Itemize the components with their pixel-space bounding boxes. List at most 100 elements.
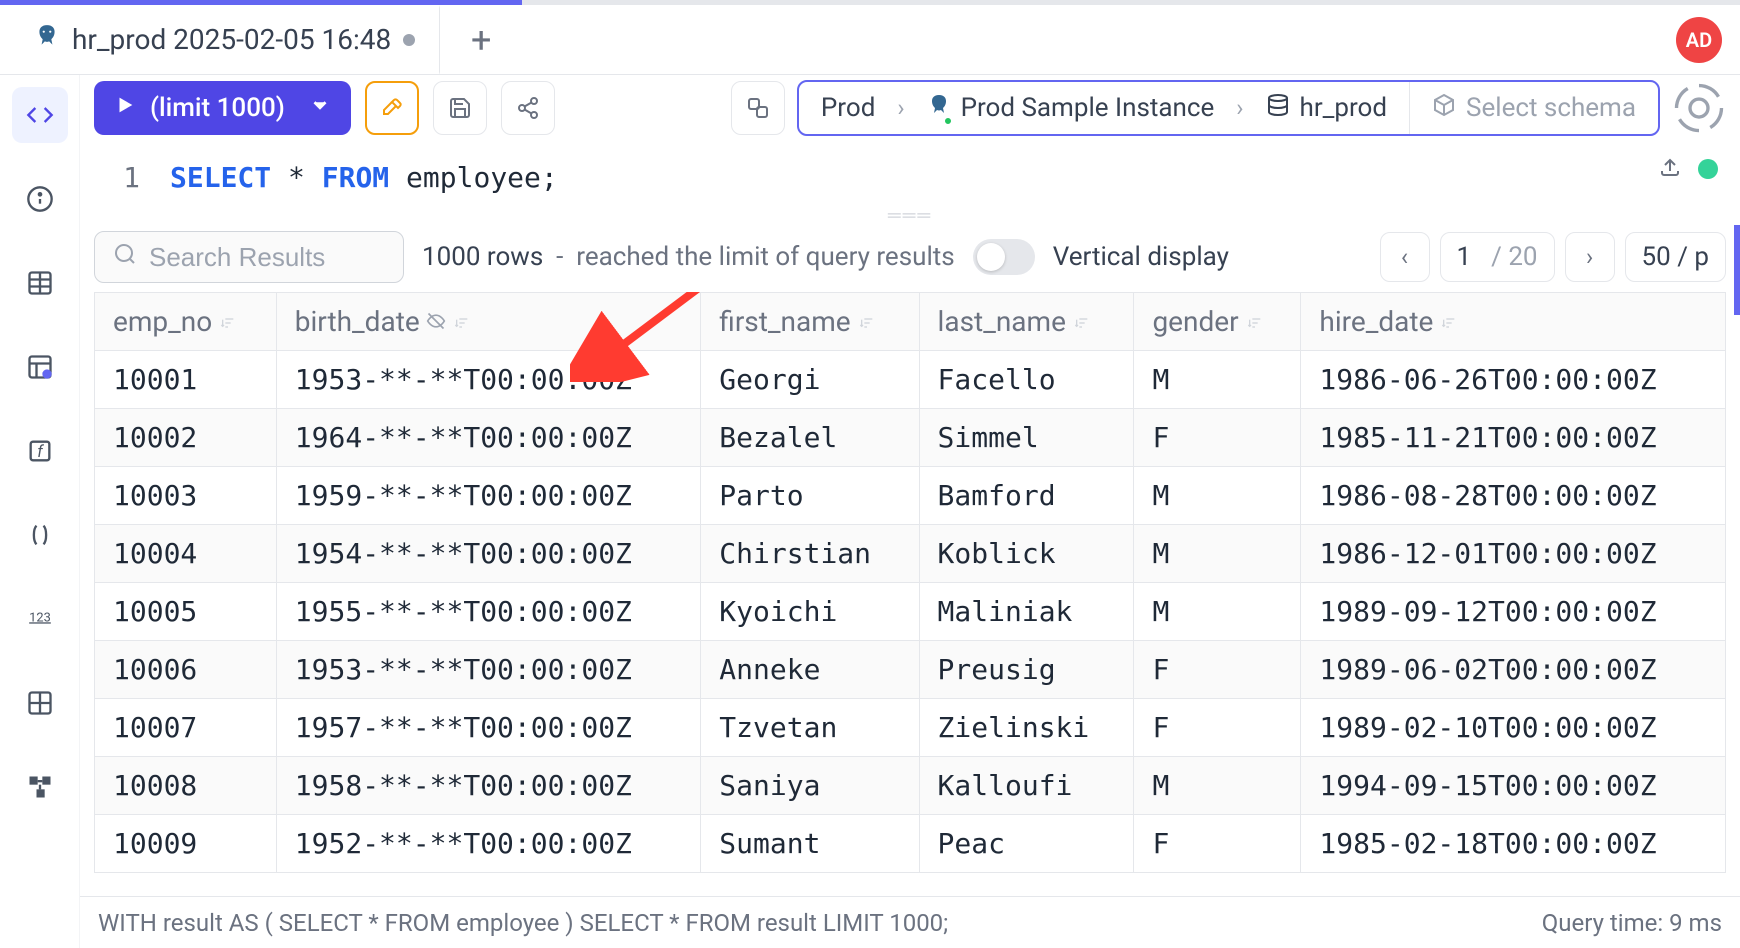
- page-prev-button[interactable]: ‹: [1380, 232, 1430, 282]
- tab-hr-prod[interactable]: hr_prod 2025-02-05 16:48: [10, 5, 440, 75]
- sidebar-grid[interactable]: [12, 675, 68, 731]
- sidebar-schema-diagram[interactable]: [12, 759, 68, 815]
- format-sql-button[interactable]: [365, 81, 419, 135]
- table-cell[interactable]: 10006: [95, 641, 277, 699]
- table-cell[interactable]: F: [1134, 699, 1301, 757]
- sidebar-functions[interactable]: f: [12, 423, 68, 479]
- table-cell[interactable]: Kyoichi: [701, 583, 919, 641]
- table-row[interactable]: 100021964-**-**T00:00:00ZBezalelSimmelF1…: [95, 409, 1726, 467]
- column-header-first_name[interactable]: first_name: [701, 293, 919, 351]
- table-row[interactable]: 100091952-**-**T00:00:00ZSumantPeacF1985…: [95, 815, 1726, 873]
- table-cell[interactable]: M: [1134, 351, 1301, 409]
- table-cell[interactable]: Georgi: [701, 351, 919, 409]
- table-row[interactable]: 100061953-**-**T00:00:00ZAnnekePreusigF1…: [95, 641, 1726, 699]
- table-cell[interactable]: Zielinski: [919, 699, 1134, 757]
- table-cell[interactable]: 1953-**-**T00:00:00Z: [276, 641, 701, 699]
- table-cell[interactable]: 1955-**-**T00:00:00Z: [276, 583, 701, 641]
- table-cell[interactable]: 1952-**-**T00:00:00Z: [276, 815, 701, 873]
- sidebar-sql-editor[interactable]: [12, 87, 68, 143]
- table-cell[interactable]: 1986-06-26T00:00:00Z: [1301, 351, 1726, 409]
- table-cell[interactable]: Bezalel: [701, 409, 919, 467]
- table-cell[interactable]: 1957-**-**T00:00:00Z: [276, 699, 701, 757]
- breadcrumb-database[interactable]: hr_prod: [1244, 82, 1410, 134]
- table-cell[interactable]: Preusig: [919, 641, 1134, 699]
- user-avatar[interactable]: AD: [1676, 17, 1722, 63]
- table-cell[interactable]: Chirstian: [701, 525, 919, 583]
- table-cell[interactable]: 10002: [95, 409, 277, 467]
- table-row[interactable]: 100031959-**-**T00:00:00ZPartoBamfordM19…: [95, 467, 1726, 525]
- save-button[interactable]: [433, 81, 487, 135]
- breadcrumb-instance[interactable]: Prod Sample Instance: [905, 82, 1237, 134]
- column-header-emp_no[interactable]: emp_no: [95, 293, 277, 351]
- new-tab-button[interactable]: +: [452, 11, 510, 69]
- table-cell[interactable]: 1989-06-02T00:00:00Z: [1301, 641, 1726, 699]
- export-icon[interactable]: [1658, 155, 1682, 183]
- table-cell[interactable]: Sumant: [701, 815, 919, 873]
- table-cell[interactable]: 1986-08-28T00:00:00Z: [1301, 467, 1726, 525]
- table-cell[interactable]: 10001: [95, 351, 277, 409]
- column-header-gender[interactable]: gender: [1134, 293, 1301, 351]
- table-cell[interactable]: 1964-**-**T00:00:00Z: [276, 409, 701, 467]
- table-cell[interactable]: Koblick: [919, 525, 1134, 583]
- sidebar-parens[interactable]: [12, 507, 68, 563]
- table-cell[interactable]: F: [1134, 815, 1301, 873]
- table-cell[interactable]: 10004: [95, 525, 277, 583]
- table-cell[interactable]: 10005: [95, 583, 277, 641]
- vertical-display-toggle[interactable]: [973, 239, 1035, 275]
- table-cell[interactable]: 10009: [95, 815, 277, 873]
- ai-assistant-button[interactable]: [1672, 81, 1726, 135]
- table-cell[interactable]: 1989-09-12T00:00:00Z: [1301, 583, 1726, 641]
- table-cell[interactable]: Maliniak: [919, 583, 1134, 641]
- table-row[interactable]: 100051955-**-**T00:00:00ZKyoichiMaliniak…: [95, 583, 1726, 641]
- sidebar-info[interactable]: [12, 171, 68, 227]
- search-results-input[interactable]: [94, 231, 404, 283]
- column-header-last_name[interactable]: last_name: [919, 293, 1134, 351]
- table-cell[interactable]: 10008: [95, 757, 277, 815]
- table-cell[interactable]: M: [1134, 467, 1301, 525]
- table-cell[interactable]: Facello: [919, 351, 1134, 409]
- column-header-birth_date[interactable]: birth_date: [276, 293, 701, 351]
- table-cell[interactable]: Bamford: [919, 467, 1134, 525]
- table-cell[interactable]: 1958-**-**T00:00:00Z: [276, 757, 701, 815]
- table-cell[interactable]: F: [1134, 641, 1301, 699]
- table-cell[interactable]: 1953-**-**T00:00:00Z: [276, 351, 701, 409]
- table-cell[interactable]: Kalloufi: [919, 757, 1134, 815]
- table-cell[interactable]: Tzvetan: [701, 699, 919, 757]
- table-cell[interactable]: 1954-**-**T00:00:00Z: [276, 525, 701, 583]
- table-row[interactable]: 100041954-**-**T00:00:00ZChirstianKoblic…: [95, 525, 1726, 583]
- table-cell[interactable]: M: [1134, 757, 1301, 815]
- table-cell[interactable]: 1994-09-15T00:00:00Z: [1301, 757, 1726, 815]
- share-button[interactable]: [501, 81, 555, 135]
- table-cell[interactable]: 10007: [95, 699, 277, 757]
- table-cell[interactable]: M: [1134, 525, 1301, 583]
- sidebar-database[interactable]: [12, 339, 68, 395]
- table-cell[interactable]: F: [1134, 409, 1301, 467]
- table-row[interactable]: 100011953-**-**T00:00:00ZGeorgiFacelloM1…: [95, 351, 1726, 409]
- table-cell[interactable]: Peac: [919, 815, 1134, 873]
- table-cell[interactable]: 1985-02-18T00:00:00Z: [1301, 815, 1726, 873]
- table-row[interactable]: 100081958-**-**T00:00:00ZSaniyaKalloufiM…: [95, 757, 1726, 815]
- table-cell[interactable]: Saniya: [701, 757, 919, 815]
- sidebar-numbers[interactable]: 123: [12, 591, 68, 647]
- connection-switch-button[interactable]: [731, 81, 785, 135]
- table-cell[interactable]: 10003: [95, 467, 277, 525]
- breadcrumb-environment[interactable]: Prod: [799, 82, 897, 134]
- breadcrumb-schema-selector[interactable]: Select schema: [1409, 82, 1658, 134]
- table-cell[interactable]: 1959-**-**T00:00:00Z: [276, 467, 701, 525]
- table-cell[interactable]: 1985-11-21T00:00:00Z: [1301, 409, 1726, 467]
- run-query-button[interactable]: (limit 1000): [94, 81, 351, 135]
- table-cell[interactable]: Anneke: [701, 641, 919, 699]
- table-cell[interactable]: 1989-02-10T00:00:00Z: [1301, 699, 1726, 757]
- page-next-button[interactable]: ›: [1565, 232, 1615, 282]
- column-header-hire_date[interactable]: hire_date: [1301, 293, 1726, 351]
- page-size-selector[interactable]: 50 / p: [1625, 232, 1726, 282]
- table-row[interactable]: 100071957-**-**T00:00:00ZTzvetanZielinsk…: [95, 699, 1726, 757]
- table-cell[interactable]: 1986-12-01T00:00:00Z: [1301, 525, 1726, 583]
- panel-resize-handle[interactable]: ═══: [80, 208, 1740, 222]
- table-cell[interactable]: Parto: [701, 467, 919, 525]
- sql-editor[interactable]: 1 SELECT * FROM employee;: [80, 141, 1740, 208]
- sidebar-tables[interactable]: [12, 255, 68, 311]
- table-cell[interactable]: Simmel: [919, 409, 1134, 467]
- page-indicator[interactable]: 1 / 20: [1440, 232, 1555, 282]
- table-cell[interactable]: M: [1134, 583, 1301, 641]
